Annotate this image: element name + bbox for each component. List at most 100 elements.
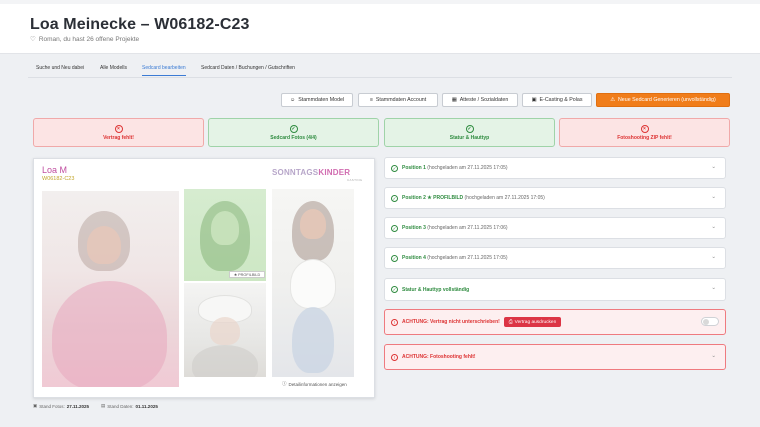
chevron-down-icon[interactable]: ⌄ xyxy=(711,353,716,359)
alert-vertrag: ! ACHTUNG: Vertrag nicht unterschrieben!… xyxy=(384,309,726,335)
document-icon: ▦ xyxy=(451,97,457,103)
atteste-label: Atteste / Sozialdaten xyxy=(459,97,509,103)
details-link[interactable]: ⓘ Detailinformationen anzeigen xyxy=(282,381,347,387)
camera-icon: ▣ xyxy=(531,97,537,103)
jeans-shape xyxy=(292,307,334,373)
status-card-vertrag: × Vertrag fehlt! xyxy=(33,118,204,147)
accordion-statur[interactable]: ✓ Statur & Hauttyp vollständig ⌄ xyxy=(384,278,726,301)
stand-daten-label: Stand Daten: xyxy=(107,403,134,409)
ecasting-label: E-Casting & Polas xyxy=(539,97,583,103)
face-shape xyxy=(211,211,239,245)
check-circle-icon: ✓ xyxy=(289,124,298,133)
vertrag-toggle[interactable] xyxy=(701,317,719,326)
list-icon: ≡ xyxy=(369,97,373,103)
sedcard-photo-2[interactable] xyxy=(184,189,266,281)
accordion-title: Position 3 xyxy=(402,225,426,231)
alert-fotoshooting[interactable]: ! ACHTUNG: Fotoshooting fehlt! ⌄ xyxy=(384,344,726,370)
sedcard-photo-3[interactable] xyxy=(184,283,266,377)
sedcard-preview: Loa M W06182-C23 SONNTAGSKINDER CASTING … xyxy=(33,158,375,398)
check-circle-icon: ✓ xyxy=(465,124,474,133)
chevron-down-icon[interactable]: ⌄ xyxy=(711,164,716,170)
stammdaten-account-label: Stammdaten Account xyxy=(375,97,427,103)
status-label: Statur & Hauttyp xyxy=(449,134,490,141)
face-shape xyxy=(87,226,121,264)
stand-daten-value: 01.11.2025 xyxy=(135,403,158,409)
profilbild-badge: ★ PROFILBILD xyxy=(229,271,265,278)
warning-icon: ⚠ xyxy=(610,97,615,103)
check-circle-icon: ✓ xyxy=(391,286,398,293)
chevron-down-icon[interactable]: ⌄ xyxy=(711,254,716,260)
tab-bar: Suche und Neu dabei Alle Modells Sedcard… xyxy=(28,60,732,78)
stand-daten: ▤ Stand Daten: 01.11.2025 xyxy=(101,403,158,409)
tab-sedcard-daten[interactable]: Sedcard Daten / Buchungen / Gutschriften xyxy=(201,65,295,71)
alert-fotoshooting-text: ACHTUNG: Fotoshooting fehlt! xyxy=(402,354,476,360)
model-name: Loa M xyxy=(42,165,68,175)
alert-circle-icon: ! xyxy=(391,353,398,361)
sedcard-photo-1[interactable] xyxy=(42,191,179,387)
profilbild-label: PROFILBILD xyxy=(238,272,261,277)
top-strip xyxy=(0,0,760,4)
stammdaten-account-button[interactable]: ≡ Stammdaten Account xyxy=(358,93,438,107)
check-circle-icon: ✓ xyxy=(391,224,398,232)
alert-vertrag-text: ACHTUNG: Vertrag nicht unterschrieben! xyxy=(402,319,500,325)
logo-part2: KINDER xyxy=(318,168,351,177)
info-icon: ⓘ xyxy=(282,381,287,386)
atteste-button[interactable]: ▦ Atteste / Sozialdaten xyxy=(442,93,518,107)
page-title: Loa Meinecke – W06182-C23 xyxy=(30,16,250,33)
database-icon: ▤ xyxy=(101,403,106,408)
accordion-position-4[interactable]: ✓ Position 4 (hochgeladen am 27.11.2025 … xyxy=(384,247,726,269)
vertrag-ausdrucken-button[interactable]: ⎙ Vertrag ausdrucken xyxy=(503,317,562,327)
status-card-statur: ✓ Statur & Hauttyp xyxy=(384,118,555,147)
status-label: Vertrag fehlt! xyxy=(103,134,134,141)
sedcard-photo-4[interactable] xyxy=(272,189,354,377)
stand-fotos: ▣ Stand Fotos: 27.11.2025 xyxy=(33,403,89,409)
tab-alle-modells[interactable]: Alle Modells xyxy=(100,65,127,71)
printer-icon: ⎙ xyxy=(508,320,513,325)
face-shape xyxy=(210,317,240,345)
status-card-zip: × Fotoshooting ZIP fehlt! xyxy=(559,118,730,147)
generate-sedcard-button[interactable]: ⚠ Neue Sedcard Generieren (unvollständig… xyxy=(596,93,730,107)
logo-part1: SONNTAGS xyxy=(272,168,319,177)
status-card-fotos: ✓ Sedcard Fotos (4/4) xyxy=(208,118,379,147)
stand-fotos-label: Stand Fotos: xyxy=(39,403,65,409)
x-circle-icon: × xyxy=(114,124,123,133)
subtitle-text: Roman, du hast 26 offene Projekte xyxy=(38,35,140,43)
generate-sedcard-label: Neue Sedcard Generieren (unvollständig) xyxy=(617,97,716,103)
vertrag-ausdrucken-label: Vertrag ausdrucken xyxy=(514,319,557,325)
ecasting-button[interactable]: ▣ E-Casting & Polas xyxy=(522,93,592,107)
tab-suche[interactable]: Suche und Neu dabei xyxy=(36,65,84,71)
person-icon: ☺ xyxy=(289,97,296,103)
accordion-position-2[interactable]: ✓ Position 2 ★ PROFILBILD (hochgeladen a… xyxy=(384,187,726,209)
details-label: Detailinformationen anzeigen xyxy=(288,381,347,387)
x-circle-icon: × xyxy=(640,124,649,133)
stammdaten-model-label: Stammdaten Model xyxy=(298,97,345,103)
accordion-detail: (hochgeladen am 27.11.2025 17:05) xyxy=(427,255,508,261)
accordion-title: Position 2 ★ PROFILBILD xyxy=(402,195,464,201)
check-circle-icon: ✓ xyxy=(391,164,398,172)
accordion-detail: (hochgeladen am 27.11.2025 17:06) xyxy=(427,225,508,231)
chevron-down-icon[interactable]: ⌄ xyxy=(711,194,716,200)
accordion-title: Statur & Hauttyp vollständig xyxy=(402,286,470,293)
check-circle-icon: ✓ xyxy=(391,254,398,262)
check-circle-icon: ✓ xyxy=(391,194,398,202)
agency-logo: SONNTAGSKINDER xyxy=(272,168,350,177)
stand-fotos-value: 27.11.2025 xyxy=(66,403,90,409)
page-header: Loa Meinecke – W06182-C23 ♡ Roman, du ha… xyxy=(0,0,760,54)
accordion-title: Position 1 xyxy=(402,165,426,171)
stammdaten-model-button[interactable]: ☺ Stammdaten Model xyxy=(281,93,353,107)
body-shape xyxy=(52,281,167,387)
face-shape xyxy=(300,209,326,239)
accordion-position-3[interactable]: ✓ Position 3 (hochgeladen am 27.11.2025 … xyxy=(384,217,726,239)
image-icon: ▣ xyxy=(33,403,38,408)
logo-sub: CASTING xyxy=(347,178,363,182)
accordion-position-1[interactable]: ✓ Position 1 (hochgeladen am 27.11.2025 … xyxy=(384,157,726,179)
chevron-down-icon[interactable]: ⌄ xyxy=(711,224,716,230)
alert-circle-icon: ! xyxy=(391,318,398,326)
chevron-down-icon[interactable]: ⌄ xyxy=(711,285,716,291)
main-content: Suche und Neu dabei Alle Modells Sedcard… xyxy=(28,60,732,420)
status-label: Sedcard Fotos (4/4) xyxy=(270,134,317,141)
page-subtitle: ♡ Roman, du hast 26 offene Projekte xyxy=(30,35,140,44)
status-label: Fotoshooting ZIP fehlt! xyxy=(617,134,672,141)
tab-sedcard-bearbeiten[interactable]: Sedcard bearbeiten xyxy=(142,65,186,76)
star-icon: ★ xyxy=(233,273,238,277)
